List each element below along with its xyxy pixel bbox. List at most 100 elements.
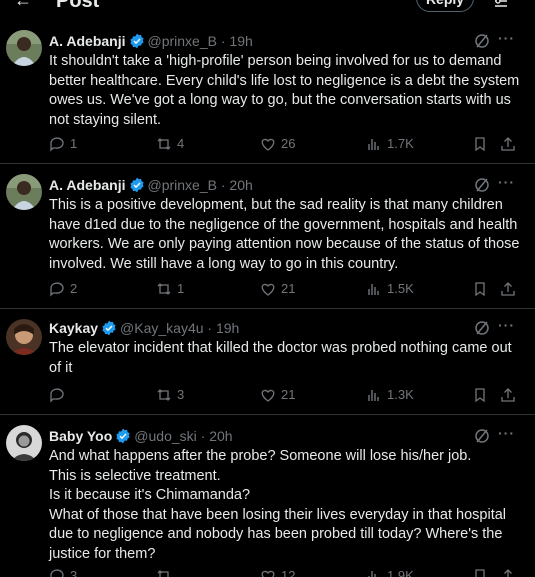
bookmark-action[interactable] xyxy=(472,567,493,577)
author-handle[interactable]: @prinxe_B xyxy=(148,177,217,193)
repost-icon xyxy=(157,389,171,401)
tweet[interactable]: A. Adebanji @prinxe_B · 20h ··· This is a… xyxy=(0,164,535,309)
reply-count: 2 xyxy=(70,281,78,296)
tweet-header: Baby Yoo @udo_ski · 20h xyxy=(49,428,233,444)
reply-icon xyxy=(50,569,64,577)
action-bar: 3 12 1.9K xyxy=(0,567,535,577)
views-chart-icon xyxy=(368,139,379,150)
like-count: 21 xyxy=(281,281,296,296)
repost-action[interactable] xyxy=(156,567,177,577)
grok-icon[interactable] xyxy=(474,177,490,193)
avatar[interactable] xyxy=(6,319,42,355)
verified-badge-icon xyxy=(102,320,116,336)
author-name[interactable]: A. Adebanji xyxy=(49,33,126,49)
views-action[interactable]: 1.7K xyxy=(366,135,414,153)
repost-action[interactable]: 4 xyxy=(156,135,184,153)
author-name[interactable]: Baby Yoo xyxy=(49,428,112,444)
repost-count: 3 xyxy=(177,387,185,402)
verified-badge-icon xyxy=(116,428,130,444)
author-handle[interactable]: @prinxe_B xyxy=(148,33,217,49)
like-count: 12 xyxy=(281,568,296,577)
bookmark-action[interactable] xyxy=(472,386,493,404)
timestamp[interactable]: 19h xyxy=(229,33,252,49)
view-count: 1.7K xyxy=(387,136,414,151)
back-arrow-icon[interactable]: ← xyxy=(14,0,32,11)
reply-action[interactable] xyxy=(49,386,70,404)
avatar[interactable] xyxy=(6,425,42,461)
share-icon xyxy=(504,569,512,577)
reply-action[interactable]: 2 xyxy=(49,280,77,298)
tweet-text: The elevator incident that killed the do… xyxy=(49,340,512,376)
action-bar: 3 21 1.3K xyxy=(0,386,535,404)
repost-icon xyxy=(157,570,169,577)
share-action[interactable] xyxy=(500,280,521,298)
like-action[interactable]: 26 xyxy=(260,135,295,153)
reply-action[interactable]: 3 xyxy=(49,567,77,577)
tweet[interactable]: Baby Yoo @udo_ski · 20h ··· And what happ… xyxy=(0,415,535,577)
author-name[interactable]: Kaykay xyxy=(49,320,98,336)
tweet-text: And what happens after the probe? Someon… xyxy=(49,448,507,562)
like-count: 21 xyxy=(281,387,296,402)
action-bar: 2 1 21 1.5K xyxy=(0,280,535,298)
share-icon xyxy=(501,282,515,296)
views-action[interactable]: 1.5K xyxy=(366,280,414,298)
heart-icon xyxy=(261,283,275,296)
top-bar: ← Post Reply xyxy=(0,0,535,16)
views-action[interactable]: 1.3K xyxy=(366,386,414,404)
reply-action[interactable]: 1 xyxy=(49,135,77,153)
like-action[interactable]: 12 xyxy=(260,567,295,577)
more-icon[interactable]: ··· xyxy=(498,30,515,46)
sliders-icon[interactable] xyxy=(492,0,510,10)
share-action[interactable] xyxy=(500,386,521,404)
like-action[interactable]: 21 xyxy=(260,280,295,298)
repost-count: 1 xyxy=(177,281,185,296)
more-icon[interactable]: ··· xyxy=(498,317,515,333)
share-action[interactable] xyxy=(500,567,521,577)
timestamp[interactable]: 20h xyxy=(229,177,252,193)
bookmark-icon xyxy=(475,282,485,297)
repost-count: 4 xyxy=(177,136,185,151)
like-count: 26 xyxy=(281,136,296,151)
author-handle[interactable]: @udo_ski xyxy=(134,428,196,444)
share-action[interactable] xyxy=(500,135,521,153)
page-title: Post xyxy=(56,0,100,12)
reply-count: 3 xyxy=(70,568,78,577)
like-action[interactable]: 21 xyxy=(260,386,295,404)
timestamp[interactable]: 19h xyxy=(216,320,239,336)
tweet-header: A. Adebanji @prinxe_B · 20h xyxy=(49,177,253,193)
timestamp[interactable]: 20h xyxy=(209,428,232,444)
reply-icon xyxy=(50,282,64,297)
repost-action[interactable]: 1 xyxy=(156,280,184,298)
reply-button[interactable]: Reply xyxy=(416,0,474,12)
view-count: 1.9K xyxy=(387,568,414,577)
grok-icon[interactable] xyxy=(474,428,490,444)
bookmark-icon xyxy=(475,137,485,152)
tweet-header: Kaykay @Kay_kay4u · 19h xyxy=(49,320,240,336)
repost-icon xyxy=(157,283,171,295)
action-bar: 1 4 26 1.7K xyxy=(0,135,535,153)
share-icon xyxy=(501,388,515,402)
bookmark-action[interactable] xyxy=(472,280,493,298)
views-action[interactable]: 1.9K xyxy=(366,567,414,577)
verified-badge-icon xyxy=(129,177,144,193)
grok-icon[interactable] xyxy=(474,320,490,336)
share-icon xyxy=(501,137,515,151)
heart-icon xyxy=(261,389,275,402)
more-icon[interactable]: ··· xyxy=(498,174,515,190)
more-icon[interactable]: ··· xyxy=(498,425,515,441)
views-chart-icon xyxy=(368,284,379,295)
tweet[interactable]: A. Adebanji @prinxe_B · 19h ··· It should… xyxy=(0,22,535,164)
verified-badge-icon xyxy=(129,33,144,49)
avatar[interactable] xyxy=(6,174,42,210)
grok-icon[interactable] xyxy=(474,33,490,49)
view-count: 1.3K xyxy=(387,387,414,402)
avatar[interactable] xyxy=(6,30,42,66)
heart-icon xyxy=(261,570,275,577)
tweet-text: It shouldn't take a 'high-profile' perso… xyxy=(49,53,520,128)
tweet[interactable]: Kaykay @Kay_kay4u · 19h ··· The elevator … xyxy=(0,309,535,415)
reply-count: 1 xyxy=(70,136,78,151)
author-name[interactable]: A. Adebanji xyxy=(49,177,126,193)
repost-action[interactable]: 3 xyxy=(156,386,184,404)
bookmark-action[interactable] xyxy=(472,135,493,153)
author-handle[interactable]: @Kay_kay4u xyxy=(120,320,203,336)
